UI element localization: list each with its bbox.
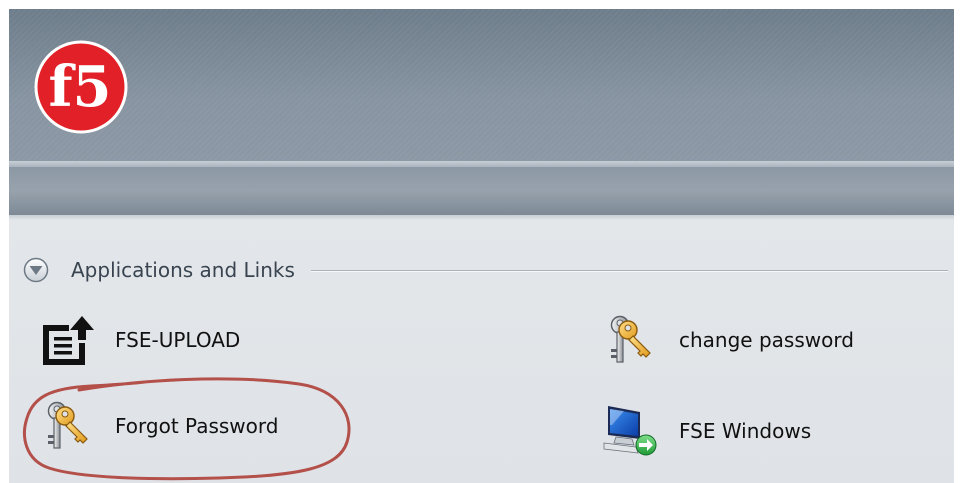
forgot-password-link[interactable]: Forgot Password (39, 399, 339, 455)
collapse-circle-icon[interactable] (23, 257, 49, 283)
fse-windows-link[interactable]: FSE Windows (602, 403, 902, 459)
applications-panel: Applications and Links FSE-UPLOAD Forgot… (9, 220, 954, 483)
section-title: Applications and Links (71, 258, 295, 282)
section-divider (311, 270, 948, 272)
f5-portal-window: f5 Applications and Links FSE-UPLOAD For… (9, 9, 954, 483)
f5-logo: f5 (34, 40, 128, 134)
fse-upload-link[interactable]: FSE-UPLOAD (39, 313, 299, 369)
toolbar-band (9, 167, 954, 215)
key-icon (610, 315, 651, 363)
remote-desktop-icon (603, 406, 657, 456)
svg-text:f5: f5 (48, 54, 111, 120)
change-password-link[interactable]: change password (602, 313, 902, 369)
forgot-password-label: Forgot Password (115, 414, 279, 438)
key-icon (47, 401, 88, 449)
fse-windows-label: FSE Windows (679, 419, 812, 443)
fse-upload-label: FSE-UPLOAD (115, 328, 241, 352)
section-header[interactable]: Applications and Links (23, 255, 948, 285)
portal-header: f5 (9, 9, 954, 161)
upload-document-icon (43, 316, 94, 365)
change-password-label: change password (679, 328, 854, 352)
